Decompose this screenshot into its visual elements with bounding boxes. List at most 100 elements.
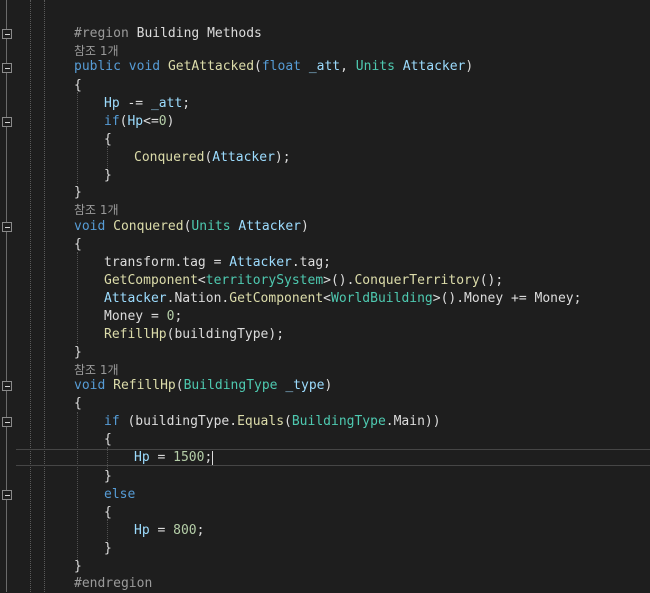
code-token: Hp [127,114,144,129]
code-token: } [104,541,112,556]
code-line: { [104,504,112,522]
collapse-method-getattacked-icon[interactable] [2,63,12,73]
collapse-if-main-icon[interactable] [2,417,12,427]
code-token: Equals [237,414,285,429]
code-lens[interactable]: 참조 1개 [74,201,119,219]
code-line: Hp -= _att; [104,95,190,113]
code-token: ( [254,59,262,74]
region-directive: #region [74,26,129,41]
collapse-region-icon[interactable] [2,29,12,39]
fold-line [6,0,7,592]
code-token: _att [150,96,183,111]
code-editor[interactable]: #region Building Methods 참조 1개 public vo… [0,0,650,592]
code-line: Money = 0; [104,308,182,326]
code-token: } [104,469,112,484]
code-token: <= [143,114,159,129]
code-token: } [74,185,82,200]
code-line: { [74,395,82,413]
code-token: = [149,450,174,465]
collapse-method-refillhp-icon[interactable] [2,381,12,391]
code-line: else [104,486,135,504]
code-token: 800 [173,523,197,538]
reference-count-link: 참조 1개 [74,363,119,377]
code-token: if [104,414,120,429]
code-token: (buildingType. [119,414,238,429]
code-line: if(Hp<=0) [104,113,174,131]
code-line: Conquered(Attacker); [134,149,291,167]
code-token: (); [479,273,504,288]
code-token: ) [465,59,474,74]
code-token: Attacker [402,59,466,74]
code-token: Attacker [212,150,275,165]
code-line: } [74,184,82,202]
code-line: } [74,344,82,362]
code-token: Units [355,59,395,74]
code-token: >(). [323,273,355,288]
code-line: { [74,77,82,95]
code-token: float [261,59,301,74]
text-caret [212,450,214,465]
code-token: < [197,273,206,288]
code-line: Attacker.Nation.GetComponent<WorldBuildi… [104,290,581,308]
code-line: Hp = 800; [134,522,204,540]
code-line: } [104,540,112,558]
code-token: else [104,487,136,502]
code-token: ; [196,523,205,538]
code-line: } [74,558,82,576]
code-token: Attacker [238,219,302,234]
current-line-highlight [16,449,650,466]
indent-margin-guide [30,0,31,592]
code-token: { [74,78,82,93]
code-token: BuildingType [291,414,386,429]
code-line: if (buildingType.Equals(BuildingType.Mai… [104,413,441,431]
code-token: ) [324,378,333,393]
code-token: ; [204,450,213,465]
code-token: void [74,378,106,393]
reference-count-link: 참조 1개 [74,203,119,217]
code-token: ; [182,96,191,111]
code-line: { [74,236,82,254]
collapse-method-conquered-icon[interactable] [2,222,12,232]
code-token: Hp [134,450,150,465]
code-token: RefillHp [104,327,167,342]
code-line: { [104,131,112,149]
code-line-current[interactable]: Hp = 1500; [134,449,214,467]
code-token: _type [285,378,325,393]
code-token: ) [166,114,175,129]
code-token: WorldBuilding [331,291,433,306]
code-token: >().Money += Money; [432,291,582,306]
collapse-if-icon[interactable] [2,117,12,127]
code-token: { [104,132,112,147]
indent-guide [77,252,78,344]
method-name: RefillHp [113,378,176,393]
code-token: Attacker [229,255,292,270]
code-token: GetComponent [229,291,324,306]
code-token: transform.tag = [104,255,230,270]
code-line: public void GetAttacked(float _att, Unit… [74,58,473,76]
collapse-else-icon[interactable] [2,490,12,500]
code-token: 0 [158,114,167,129]
code-token: territorySystem [205,273,324,288]
code-token: ConquerTerritory [354,273,480,288]
code-token: Hp [134,523,150,538]
code-line: } [104,167,112,185]
code-token: _att [308,59,341,74]
code-line: void Conquered(Units Attacker) [74,218,309,236]
method-name: GetAttacked [167,59,255,74]
code-token: , [340,59,356,74]
code-token: void [128,59,161,74]
code-token: { [104,505,112,520]
code-token: .Main)) [385,414,441,429]
code-token: ); [274,150,291,165]
code-line: RefillHp(buildingType); [104,326,284,344]
code-token: ( [284,414,292,429]
code-token: 1500 [173,450,205,465]
code-token: { [74,237,82,252]
code-line: { [104,431,112,449]
code-token: (buildingType); [166,327,285,342]
